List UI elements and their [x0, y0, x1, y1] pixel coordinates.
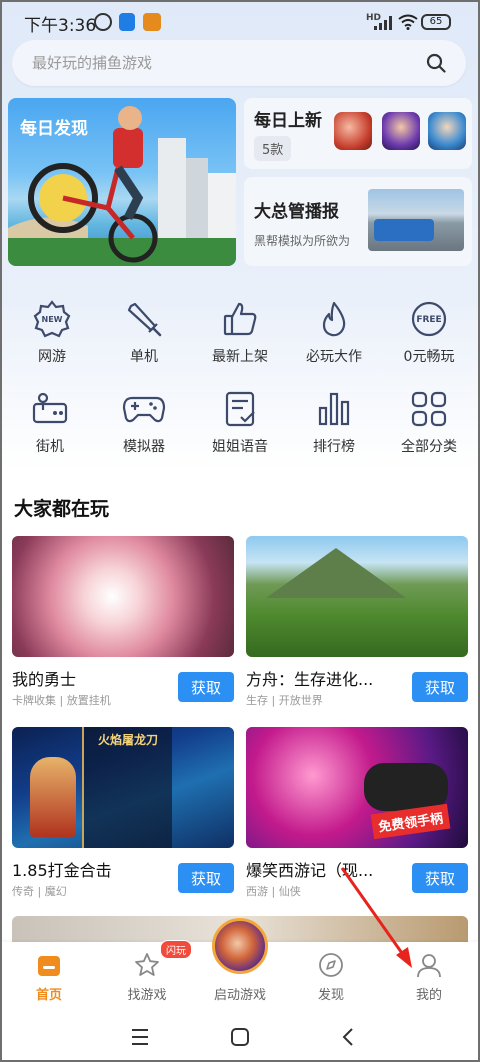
grid-icon [411, 391, 447, 427]
document-check-icon [225, 391, 255, 427]
section-title-popular: 大家都在玩 [14, 498, 110, 520]
thumbs-up-icon [223, 302, 257, 336]
game-card[interactable]: 我的勇士 卡牌收集 | 放置挂机 获取 [12, 536, 234, 707]
bottom-tab-bar: 首页 找游戏 闪玩 启动游戏 发现 我的 [0, 918, 480, 1014]
cover-caption: 火焰屠龙刀 [97, 733, 158, 747]
sword-icon [127, 302, 162, 337]
game-cover-image[interactable] [246, 536, 468, 657]
tab-label: 找游戏 [127, 988, 167, 1003]
compass-icon [319, 953, 343, 977]
game-tags: 卡牌收集 | 放置挂机 [12, 694, 111, 707]
bar-chart-icon [318, 392, 350, 426]
tab-badge: 闪玩 [160, 940, 192, 959]
category-arcade[interactable]: 街机 [10, 390, 90, 456]
category-all[interactable]: 全部分类 [389, 390, 469, 456]
game-cover-image[interactable]: 火焰屠龙刀 [12, 727, 234, 848]
category-label: 姐姐语音 [212, 439, 268, 455]
wifi-icon [398, 14, 418, 30]
flame-icon [322, 301, 346, 337]
free-badge-icon: FREE [411, 301, 447, 337]
star-icon [135, 953, 159, 976]
user-icon [417, 954, 441, 978]
signal-icon [374, 16, 392, 30]
category-newly-listed[interactable]: 最新上架 [200, 300, 280, 366]
status-bar: 下午3:36 HD 65 [0, 8, 480, 38]
game-cover-image[interactable] [12, 536, 234, 657]
category-label: 全部分类 [401, 439, 457, 455]
tab-profile[interactable]: 我的 [384, 952, 474, 1003]
daily-discovery-banner[interactable]: 每日发现 [8, 98, 236, 266]
new-games-count-badge: 5款 [254, 136, 292, 161]
store-notification-icon [143, 13, 161, 31]
svg-text:FREE: FREE [416, 315, 441, 325]
game-name: 方舟：生存进化... [246, 670, 374, 689]
game-name: 我的勇士 [12, 670, 77, 689]
game-thumbnail[interactable] [428, 112, 466, 150]
news-broadcast-card[interactable]: 大总管播报 黑帮模拟为所欲为 [244, 177, 472, 266]
news-subtitle: 黑帮模拟为所欲为 [254, 234, 351, 248]
get-button[interactable]: 获取 [412, 863, 468, 893]
menu-icon[interactable] [120, 1022, 160, 1052]
alarm-icon [94, 13, 112, 31]
tab-label: 我的 [415, 988, 442, 1003]
battery-icon: 65 [421, 14, 451, 30]
category-label: 排行榜 [313, 439, 355, 455]
game-thumbnail[interactable] [334, 112, 372, 150]
get-button[interactable]: 获取 [178, 863, 234, 893]
tab-label: 首页 [35, 988, 62, 1003]
category-label: 单机 [130, 349, 158, 365]
get-button[interactable]: 获取 [178, 672, 234, 702]
gamepad-icon [122, 396, 166, 423]
category-free-play[interactable]: FREE 0元畅玩 [389, 300, 469, 366]
category-label: 0元畅玩 [403, 349, 455, 365]
game-name: 1.85打金合击 [12, 861, 112, 880]
tab-find-games[interactable]: 找游戏 [102, 952, 192, 1003]
category-rankings[interactable]: 排行榜 [294, 390, 374, 456]
tab-discover[interactable]: 发现 [286, 952, 376, 1003]
category-label: 模拟器 [123, 439, 165, 455]
game-tags: 传奇 | 魔幻 [12, 885, 67, 898]
back-icon[interactable] [328, 1022, 368, 1052]
game-thumbnail[interactable] [382, 112, 420, 150]
game-card[interactable]: 免费领手柄 爆笑西游记（现... 西游 | 仙侠 获取 [246, 727, 468, 898]
category-label: 最新上架 [212, 349, 268, 365]
tab-home[interactable]: 首页 [4, 952, 94, 1003]
search-icon[interactable] [426, 53, 446, 73]
game-tags: 西游 | 仙侠 [246, 885, 301, 898]
svg-text:NEW: NEW [42, 315, 63, 324]
arcade-joystick-icon [32, 392, 68, 424]
game-name: 爆笑西游记（现... [246, 861, 374, 880]
status-time: 下午3:36 [24, 16, 97, 36]
system-navigation-bar [0, 1014, 480, 1060]
category-label: 街机 [36, 439, 64, 455]
home-button-icon[interactable] [220, 1022, 260, 1052]
new-games-title: 每日上新 [254, 111, 322, 131]
category-must-play[interactable]: 必玩大作 [294, 300, 374, 366]
tab-label: 启动游戏 [213, 988, 266, 1003]
new-badge-icon: NEW [33, 300, 71, 338]
game-cover-image[interactable]: 免费领手柄 [246, 727, 468, 848]
get-button[interactable]: 获取 [412, 672, 468, 702]
launch-avatar-icon[interactable] [212, 918, 268, 974]
search-input[interactable] [32, 40, 412, 86]
search-bar[interactable] [12, 40, 466, 86]
category-emulator[interactable]: 模拟器 [104, 390, 184, 456]
category-online-games[interactable]: NEW 网游 [12, 300, 92, 366]
home-icon [38, 956, 60, 976]
category-single-player[interactable]: 单机 [104, 300, 184, 366]
new-games-card[interactable]: 每日上新 5款 [244, 98, 472, 169]
news-title: 大总管播报 [254, 202, 339, 222]
tab-label: 发现 [317, 988, 344, 1003]
daily-discovery-label: 每日发现 [20, 119, 88, 139]
category-label: 必玩大作 [306, 349, 362, 365]
news-thumbnail [368, 189, 464, 251]
game-tags: 生存 | 开放世界 [246, 694, 323, 707]
app-notification-icon [119, 13, 135, 31]
game-card[interactable]: 火焰屠龙刀 1.85打金合击 传奇 | 魔幻 获取 [12, 727, 234, 898]
category-label: 网游 [38, 349, 66, 365]
category-voice-chat[interactable]: 姐姐语音 [200, 390, 280, 456]
game-card[interactable]: 方舟：生存进化... 生存 | 开放世界 获取 [246, 536, 468, 707]
